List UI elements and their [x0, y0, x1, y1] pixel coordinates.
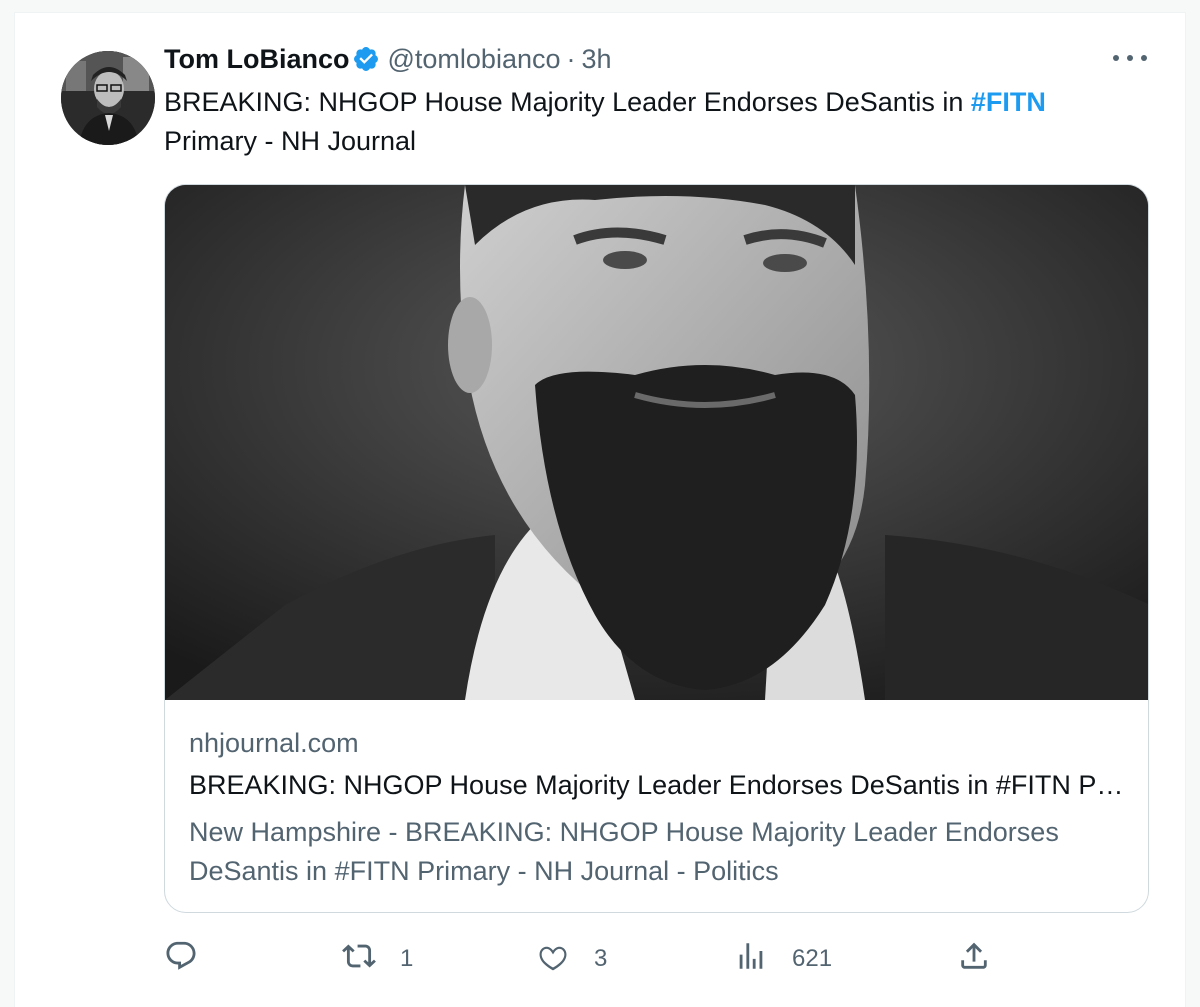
reply-icon — [164, 939, 198, 980]
link-card[interactable]: nhjournal.com BREAKING: NHGOP House Majo… — [164, 184, 1149, 913]
retweet-count: 1 — [400, 945, 414, 972]
tweet-header: Tom LoBianco @tomlobianco · 3h — [164, 41, 612, 77]
card-title[interactable]: BREAKING: NHGOP House Majority Leader En… — [189, 770, 1129, 801]
share-button[interactable] — [957, 937, 991, 981]
separator-dot: · — [566, 43, 576, 74]
card-image[interactable] — [165, 185, 1148, 700]
tweet-text-body: BREAKING: NHGOP House Majority Leader En… — [164, 87, 971, 117]
share-icon — [957, 939, 991, 980]
tweet-text: BREAKING: NHGOP House Majority Leader En… — [164, 83, 1154, 161]
like-count: 3 — [594, 945, 608, 972]
retweet-button[interactable]: 1 — [342, 937, 413, 981]
author-handle[interactable]: @tomlobianco — [388, 44, 561, 75]
tweet-text-continued: Primary - NH Journal — [164, 126, 417, 156]
verified-badge-icon — [352, 45, 380, 73]
tweet-timestamp[interactable]: 3h — [582, 44, 612, 75]
views-chart-icon — [734, 939, 768, 980]
views-button[interactable]: 621 — [734, 937, 832, 981]
views-count: 621 — [792, 945, 833, 972]
reply-button[interactable] — [164, 937, 198, 981]
author-avatar[interactable] — [61, 51, 155, 145]
like-button[interactable]: 3 — [536, 937, 607, 981]
more-options-icon[interactable] — [1113, 45, 1147, 71]
tweet[interactable]: Tom LoBianco @tomlobianco · 3h BREAKING:… — [14, 12, 1186, 1007]
author-name[interactable]: Tom LoBianco — [164, 44, 350, 75]
hashtag-link[interactable]: #FITN — [971, 87, 1046, 117]
tweet-actions: 1 3 621 — [164, 937, 1164, 981]
card-domain[interactable]: nhjournal.com — [189, 728, 359, 759]
heart-icon — [536, 939, 570, 980]
card-description[interactable]: New Hampshire - BREAKING: NHGOP House Ma… — [189, 813, 1089, 891]
retweet-icon — [342, 939, 376, 980]
